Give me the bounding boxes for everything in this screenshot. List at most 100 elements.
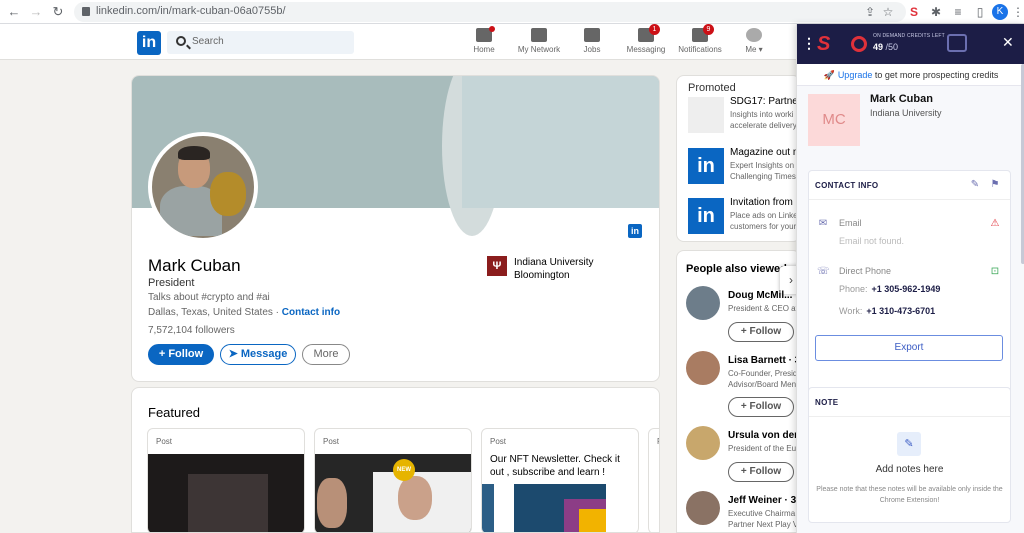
credits-value: 49 /50 [873, 42, 899, 52]
people-also-viewed-card: People also viewed › Doug McMil... Presi… [676, 250, 801, 533]
upgrade-link[interactable]: Upgrade [838, 70, 873, 80]
add-notes-text[interactable]: Add notes here [809, 464, 1010, 475]
post-text: Our NFT Newsletter. Check it out , subsc… [490, 454, 620, 478]
promoted-card: Promoted SDG17: Partners Insights into w… [676, 75, 801, 242]
message-button[interactable]: ➤ Message [220, 344, 296, 365]
nav-messaging[interactable]: 1 Messaging [626, 24, 666, 58]
person-item[interactable]: Ursula von der L President of the Eu + F… [686, 426, 800, 486]
profile-card: in Mark Cuban President Talks about #cry… [131, 75, 660, 382]
promoted-title: Promoted [688, 82, 736, 94]
nav-me[interactable]: Me ▾ [742, 28, 766, 58]
reload-icon[interactable]: ↻ [50, 4, 66, 20]
contact-name: Mark Cuban [870, 93, 933, 105]
person-item[interactable]: Jeff Weiner · 3rc Executive Chairma Part… [686, 491, 800, 532]
person-avatar [686, 426, 720, 460]
direct-phone-label: Direct Phone [839, 266, 892, 276]
message-label: Message [240, 348, 288, 360]
university-logo-icon[interactable]: Ψ [487, 256, 507, 276]
contact-info-link[interactable]: Contact info [282, 307, 340, 318]
promoted-ad[interactable]: SDG17: Partners Insights into worki acce… [688, 96, 800, 135]
follow-button[interactable]: + Follow [728, 462, 794, 482]
flag-icon[interactable]: ⚑ [989, 179, 1001, 191]
messaging-badge: 1 [649, 24, 660, 35]
phone-number[interactable]: +1 305-962-1949 [872, 284, 941, 294]
work-phone-row: Work: +1 310-473-6701 [839, 306, 936, 316]
education-name[interactable]: Indiana University Bloomington [514, 256, 624, 282]
send-icon: ➤ [228, 348, 241, 360]
featured-title: Featured [148, 405, 201, 420]
work-phone-number[interactable]: +1 310-473-6701 [866, 306, 935, 316]
more-button[interactable]: More [302, 344, 350, 365]
add-note-pencil-icon[interactable]: ✎ [897, 432, 921, 456]
person-avatar [686, 491, 720, 525]
contact-info-card: CONTACT INFO ✎ ⚑ ✉ Email ⚠ Email not fou… [808, 170, 1011, 396]
note-hint: Please note that these notes will be ava… [816, 486, 1003, 504]
reading-list-icon[interactable]: ≡ [950, 4, 966, 20]
upgrade-text: to get more prospecting credits [872, 70, 999, 80]
warning-icon: ⚠ [990, 218, 1000, 229]
rocket-icon: 🚀 [823, 70, 835, 80]
lock-icon [82, 7, 90, 16]
featured-post[interactable]: Post Our NFT Newsletter. Check it out , … [481, 428, 639, 532]
bookmark-star-icon[interactable]: ☆ [880, 4, 896, 20]
featured-post[interactable]: Post [147, 428, 305, 532]
nav-my-network[interactable]: My Network [516, 28, 562, 58]
address-bar[interactable]: linkedin.com/in/mark-cuban-06a0755b/ [74, 2, 906, 22]
phone-row: Phone: +1 305-962-1949 [839, 284, 941, 294]
ring-icon [851, 36, 867, 52]
promoted-ad[interactable]: in Invitation from l Place ads on Linke … [688, 197, 800, 236]
forward-arrow-icon[interactable]: → [28, 4, 44, 20]
search-placeholder: Search [192, 36, 224, 47]
drag-handle-icon[interactable]: ⋮ [802, 36, 816, 50]
profile-photo[interactable] [148, 132, 258, 242]
promoted-ad[interactable]: in Magazine out n Expert Insights on Cha… [688, 147, 800, 186]
person-item[interactable]: Lisa Barnett · 3r Co-Founder, Presid Adv… [686, 351, 800, 417]
featured-post[interactable]: P [648, 428, 659, 532]
linkedin-logo[interactable]: in [137, 31, 161, 55]
linkedin-badge-icon[interactable]: in [628, 224, 642, 238]
prospecting-extension-panel: ⋮ S ON DEMAND CREDITS LEFT 49 /50 ✕ 🚀 Upg… [796, 24, 1024, 533]
network-icon [531, 28, 547, 42]
briefcase-icon [584, 28, 600, 42]
close-icon[interactable]: ✕ [1002, 34, 1014, 51]
upload-icon[interactable] [947, 34, 967, 52]
home-icon [476, 26, 495, 42]
linkedin-logo-icon: in [688, 198, 724, 234]
nav-notifications[interactable]: 9 Notifications [676, 24, 724, 58]
url-text[interactable]: linkedin.com/in/mark-cuban-06a0755b/ [96, 5, 286, 17]
follow-button[interactable]: + Follow [728, 322, 794, 342]
notifications-badge: 9 [703, 24, 714, 35]
profile-talks-about: Talks about #crypto and #ai [148, 292, 270, 303]
person-item[interactable]: Doug McMil... President & CEO at + Follo… [686, 286, 800, 346]
kebab-menu-icon[interactable]: ⋮ [1010, 4, 1024, 20]
edit-pencil-icon[interactable]: ✎ [969, 179, 981, 191]
messaging-icon: 1 [638, 24, 660, 42]
follow-button[interactable]: + Follow [148, 344, 214, 365]
share-icon[interactable]: ⇪ [862, 4, 878, 20]
post-image [148, 454, 304, 532]
export-button[interactable]: Export [815, 335, 1003, 361]
location-text: Dallas, Texas, United States · [148, 307, 282, 318]
person-avatar [686, 351, 720, 385]
unlock-icon: ⊡ [990, 266, 1000, 277]
search-input[interactable]: Search [167, 31, 354, 54]
me-avatar-icon [746, 28, 762, 42]
nav-home[interactable]: Home [470, 26, 498, 58]
nav-jobs[interactable]: Jobs [580, 28, 604, 58]
extension-logo: S [817, 33, 831, 55]
follow-button[interactable]: + Follow [728, 397, 794, 417]
note-card: NOTE ✎ Add notes here Please note that t… [808, 387, 1011, 523]
bell-icon: 9 [692, 24, 714, 42]
extension-header: ⋮ S ON DEMAND CREDITS LEFT 49 /50 ✕ [797, 24, 1024, 64]
profile-avatar[interactable]: K [992, 4, 1008, 20]
email-value: Email not found. [839, 236, 905, 246]
profile-name: Mark Cuban [148, 256, 241, 275]
people-also-viewed-title: People also viewed [686, 263, 787, 275]
person-avatar [686, 286, 720, 320]
back-arrow-icon[interactable]: ← [6, 4, 22, 20]
featured-post[interactable]: Post NEW [314, 428, 472, 532]
side-panel-icon[interactable]: ▯ [972, 4, 988, 20]
puzzle-icon[interactable]: ✱ [928, 4, 944, 20]
sdg-logo-icon [688, 97, 724, 133]
extension-s-icon[interactable]: S [906, 4, 922, 20]
